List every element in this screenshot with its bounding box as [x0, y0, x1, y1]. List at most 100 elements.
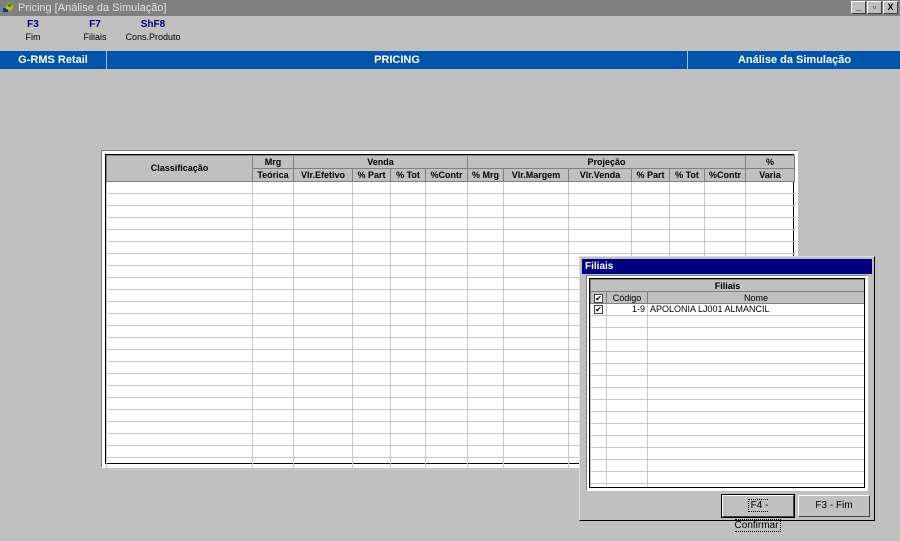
- grid-cell[interactable]: [106, 337, 253, 350]
- grid-cell[interactable]: [568, 205, 632, 218]
- grid-cell[interactable]: [631, 205, 670, 218]
- grid-cell[interactable]: [252, 433, 294, 446]
- grid-cell[interactable]: [424, 373, 468, 386]
- grid-cell[interactable]: [252, 253, 294, 266]
- grid-cell[interactable]: [390, 277, 426, 290]
- grid-cell[interactable]: [252, 289, 294, 302]
- grid-cell[interactable]: [106, 457, 253, 470]
- grid-cell[interactable]: [252, 301, 294, 314]
- grid-cell[interactable]: [467, 313, 504, 326]
- grid-cell[interactable]: [106, 253, 253, 266]
- grid-cell[interactable]: [424, 361, 468, 374]
- grid-cell[interactable]: [252, 265, 294, 278]
- grid-cell[interactable]: [503, 457, 569, 470]
- list-item[interactable]: [590, 315, 864, 328]
- grid-cell[interactable]: [503, 229, 569, 242]
- grid-cell[interactable]: [252, 241, 294, 254]
- grid-cell[interactable]: [352, 229, 391, 242]
- grid-cell[interactable]: [293, 217, 353, 230]
- grid-cell[interactable]: [352, 289, 391, 302]
- grid-cell[interactable]: [424, 253, 468, 266]
- grid-cell[interactable]: [293, 277, 353, 290]
- grid-cell[interactable]: [390, 373, 426, 386]
- grid-cell[interactable]: [467, 361, 504, 374]
- grid-cell[interactable]: [503, 265, 569, 278]
- filiais-list[interactable]: Filiais ✔ Código Nome ✔ 1-9 APOLONIA LJ0…: [586, 275, 868, 491]
- grid-cell[interactable]: [503, 277, 569, 290]
- grid-cell[interactable]: [669, 217, 705, 230]
- grid-cell[interactable]: [568, 229, 632, 242]
- grid-cell[interactable]: [631, 193, 670, 206]
- grid-cell[interactable]: [467, 181, 504, 194]
- header-proj-part[interactable]: % Part: [631, 168, 671, 182]
- grid-cell[interactable]: [424, 181, 468, 194]
- grid-cell[interactable]: [503, 313, 569, 326]
- grid-cell[interactable]: [293, 421, 353, 434]
- grid-cell[interactable]: [467, 445, 504, 458]
- grid-cell[interactable]: [293, 193, 353, 206]
- grid-cell[interactable]: [424, 385, 468, 398]
- header-vlr-efetivo[interactable]: Vlr.Efetivo: [293, 168, 353, 182]
- grid-cell[interactable]: [352, 337, 391, 350]
- grid-cell[interactable]: [390, 313, 426, 326]
- grid-cell[interactable]: [390, 445, 426, 458]
- grid-cell[interactable]: [352, 253, 391, 266]
- table-row[interactable]: [106, 217, 795, 230]
- grid-cell[interactable]: [106, 241, 253, 254]
- fim-button[interactable]: F3 - Fim: [798, 495, 870, 517]
- grid-cell[interactable]: [293, 241, 353, 254]
- grid-cell[interactable]: [390, 433, 426, 446]
- grid-cell[interactable]: [424, 457, 468, 470]
- grid-cell[interactable]: [669, 229, 705, 242]
- list-item[interactable]: [590, 483, 864, 487]
- grid-cell[interactable]: [293, 361, 353, 374]
- list-item[interactable]: [590, 471, 864, 484]
- grid-cell[interactable]: [424, 265, 468, 278]
- grid-cell[interactable]: [293, 313, 353, 326]
- grid-cell[interactable]: [352, 193, 391, 206]
- grid-cell[interactable]: [390, 289, 426, 302]
- grid-cell[interactable]: [352, 241, 391, 254]
- grid-cell[interactable]: [503, 397, 569, 410]
- grid-cell[interactable]: [352, 181, 391, 194]
- grid-cell[interactable]: [252, 217, 294, 230]
- grid-cell[interactable]: [503, 445, 569, 458]
- grid-cell[interactable]: [293, 229, 353, 242]
- header-vlr-margem[interactable]: Vlr.Margem: [503, 168, 570, 182]
- list-item[interactable]: [590, 435, 864, 448]
- grid-cell[interactable]: [352, 421, 391, 434]
- header-nome[interactable]: Nome: [647, 291, 864, 304]
- grid-cell[interactable]: [503, 181, 569, 194]
- grid-cell[interactable]: [352, 433, 391, 446]
- grid-cell[interactable]: [631, 229, 670, 242]
- header-venda-tot[interactable]: % Tot: [390, 168, 426, 182]
- grid-cell[interactable]: [503, 253, 569, 266]
- table-row[interactable]: ✔ 1-9 APOLONIA LJ001 ALMANCIL: [590, 303, 864, 316]
- grid-cell[interactable]: [467, 325, 504, 338]
- row-checkbox[interactable]: ✔: [594, 305, 603, 315]
- grid-cell[interactable]: [503, 205, 569, 218]
- close-button[interactable]: X: [883, 1, 898, 14]
- grid-cell[interactable]: [252, 409, 294, 422]
- grid-cell[interactable]: [669, 241, 705, 254]
- grid-cell[interactable]: [503, 409, 569, 422]
- grid-cell[interactable]: [424, 325, 468, 338]
- grid-cell[interactable]: [467, 397, 504, 410]
- grid-cell[interactable]: [293, 385, 353, 398]
- grid-cell[interactable]: [293, 433, 353, 446]
- grid-cell[interactable]: [352, 325, 391, 338]
- header-mrg-teorica[interactable]: Teórica: [252, 168, 294, 182]
- grid-cell[interactable]: [106, 205, 253, 218]
- grid-cell[interactable]: [503, 325, 569, 338]
- grid-cell[interactable]: [745, 217, 795, 230]
- grid-cell[interactable]: [467, 217, 504, 230]
- grid-cell[interactable]: [293, 373, 353, 386]
- grid-cell[interactable]: [745, 241, 795, 254]
- header-venda-contr[interactable]: %Contr: [424, 168, 469, 182]
- grid-cell[interactable]: [252, 445, 294, 458]
- grid-cell[interactable]: [467, 289, 504, 302]
- grid-cell[interactable]: [424, 433, 468, 446]
- list-item[interactable]: [590, 351, 864, 364]
- grid-cell[interactable]: [106, 385, 253, 398]
- grid-cell[interactable]: [252, 361, 294, 374]
